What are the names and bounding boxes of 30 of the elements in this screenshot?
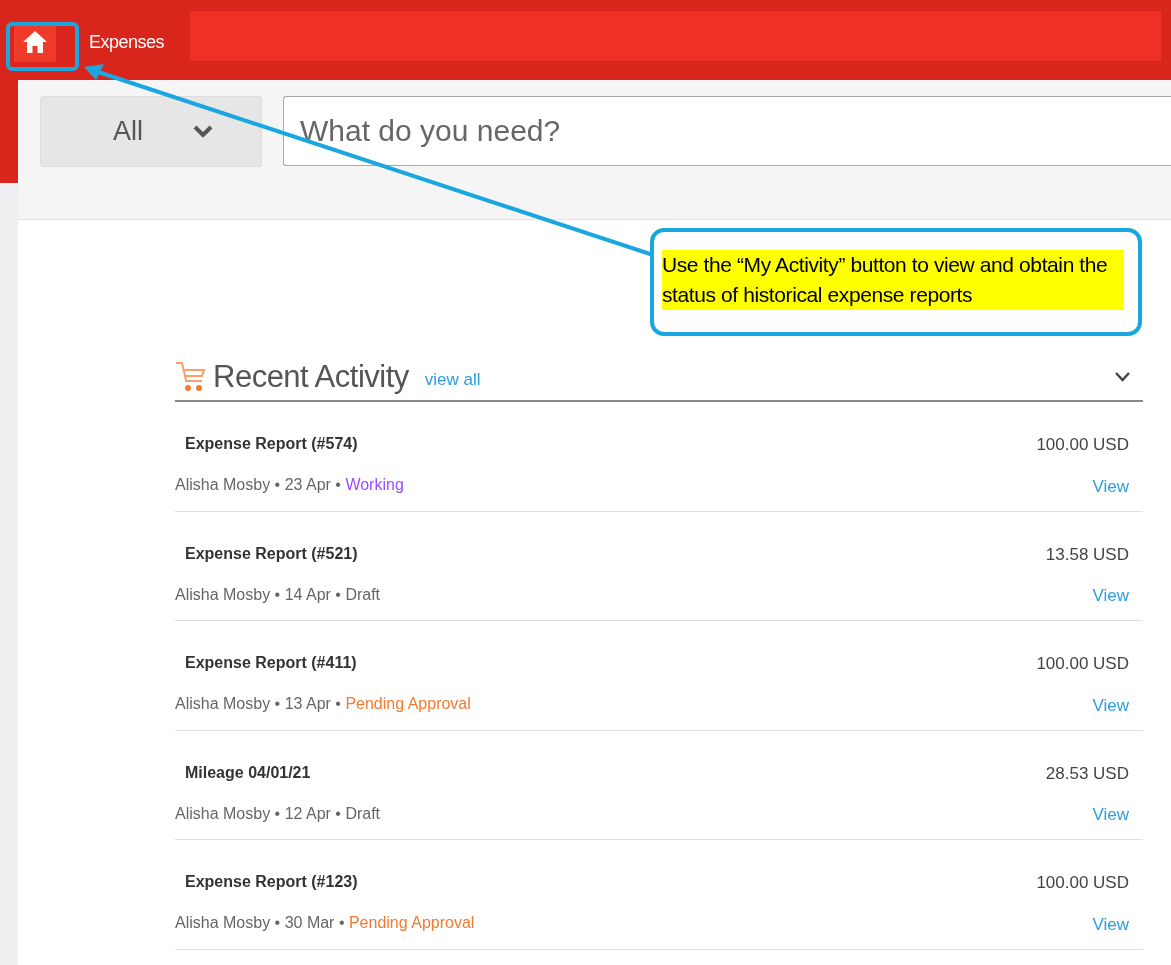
section-title: Recent Activity xyxy=(213,361,409,392)
item-amount: 100.00 USD xyxy=(1036,653,1129,675)
item-amount: 100.00 USD xyxy=(1036,434,1129,456)
home-icon xyxy=(22,30,48,54)
view-link[interactable]: View xyxy=(1036,692,1129,718)
chevron-down-icon[interactable] xyxy=(1114,371,1131,383)
item-amount: 13.58 USD xyxy=(1045,543,1129,566)
view-link[interactable]: View xyxy=(1045,802,1129,828)
view-link[interactable]: View xyxy=(1036,473,1129,499)
view-all-link[interactable]: view all xyxy=(424,366,481,392)
item-details: Alisha Mosby • 12 Apr • Draft xyxy=(175,803,381,824)
search-field[interactable]: What do you need? xyxy=(283,96,1171,166)
cart-icon xyxy=(175,360,205,392)
item-title: Mileage 04/01/21 xyxy=(185,762,312,783)
view-link[interactable]: View xyxy=(1036,911,1129,937)
item-title: Expense Report (#123) xyxy=(185,872,359,892)
expenses-link[interactable]: Expenses xyxy=(89,28,165,56)
item-title: Expense Report (#521) xyxy=(185,543,359,564)
chevron-down-icon xyxy=(193,125,213,138)
item-title: Expense Report (#411) xyxy=(185,653,358,673)
item-amount: 28.53 USD xyxy=(1045,762,1129,785)
item-amount: 100.00 USD xyxy=(1036,872,1129,894)
category-dropdown[interactable]: All xyxy=(40,96,262,167)
item-details: Alisha Mosby • 13 Apr • Pending Approval xyxy=(175,694,471,714)
item-details: Alisha Mosby • 14 Apr • Draft xyxy=(175,584,381,605)
item-details: Alisha Mosby • 23 Apr • Working xyxy=(175,475,404,495)
view-link[interactable]: View xyxy=(1045,583,1129,609)
item-title: Expense Report (#574) xyxy=(185,434,359,454)
callout-text: Use the “My Activity” button to view and obtain the status of historical expense reports xyxy=(662,250,1124,310)
item-details: Alisha Mosby • 30 Mar • Pending Approval xyxy=(175,913,475,933)
